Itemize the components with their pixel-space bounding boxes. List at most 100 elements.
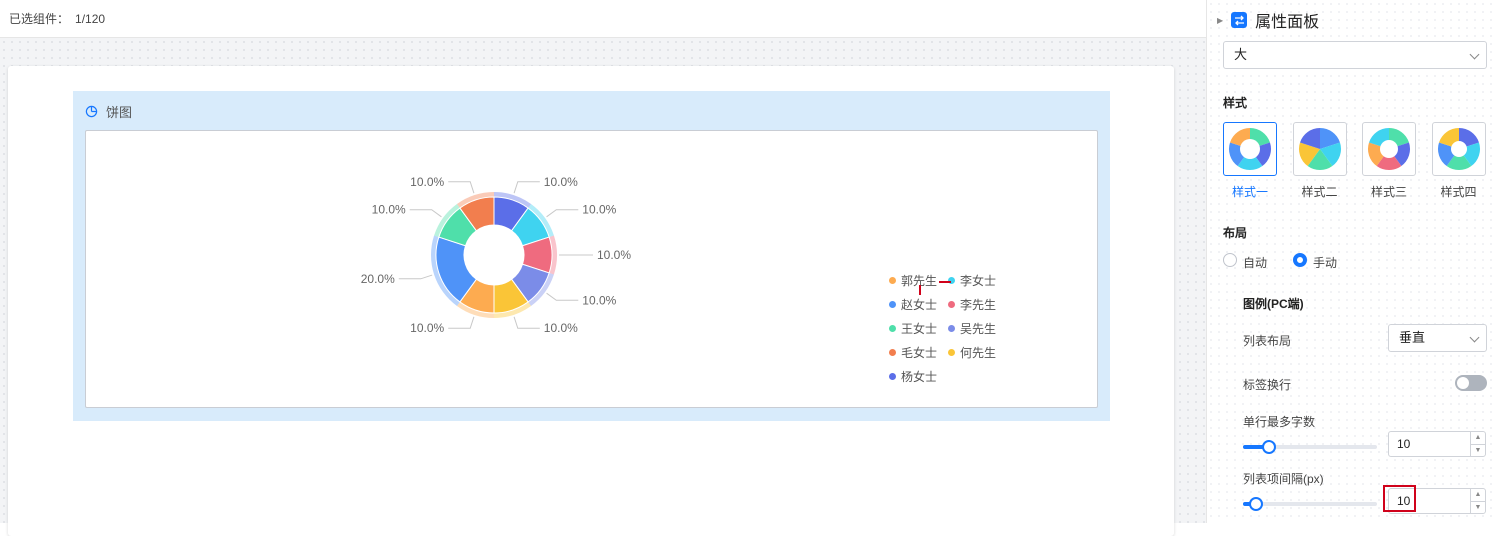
style-option-card[interactable] (1292, 122, 1347, 176)
layout-manual-label[interactable]: 手动 (1313, 254, 1337, 271)
style-option-label[interactable]: 样式三 (1362, 183, 1416, 200)
legend-item[interactable]: 赵女士 (889, 296, 937, 313)
legend-dot (948, 325, 955, 332)
pie-style-thumbnail-icon (1229, 128, 1271, 170)
layout-auto-radio[interactable] (1223, 253, 1237, 267)
legend-item[interactable]: 李女士 (948, 272, 996, 289)
legend-dot (889, 277, 896, 284)
legend-label: 李女士 (960, 274, 997, 288)
legend-label: 吴先生 (960, 322, 997, 336)
chart-area: 10.0% 10.0% 10.0% 10.0% 10.0% 10.0% 20.0% 10.0%… (85, 130, 1098, 408)
label-leader-line (448, 181, 475, 194)
pie-data-label: 10.0% (544, 321, 578, 335)
legend-label: 王女士 (901, 322, 938, 336)
panel-title: 属性面板 (1255, 14, 1320, 31)
pie-chart-widget[interactable]: 饼图 10.0% 10.0% 10.0% 10.0% 10.0% 10.0% 20.0% 10… (73, 91, 1110, 421)
label-leader-line (513, 316, 540, 329)
pie-data-label: 10.0% (597, 248, 631, 262)
widget-title: 饼图 (106, 104, 133, 120)
style-option-card[interactable] (1223, 122, 1277, 176)
selected-count: 1/120 (75, 12, 106, 26)
style-option-label[interactable]: 样式二 (1293, 183, 1347, 200)
gap-slider[interactable] (1243, 497, 1377, 511)
thumbnail-hole (1380, 140, 1398, 158)
design-canvas[interactable]: 饼图 10.0% 10.0% 10.0% 10.0% 10.0% 10.0% 20.0% 10… (0, 38, 1206, 536)
pie-data-label: 10.0% (410, 175, 444, 189)
collapse-caret-icon[interactable]: ▶ (1217, 16, 1223, 25)
list-layout-label: 列表布局 (1243, 334, 1292, 348)
legend-dot (889, 325, 896, 332)
label-leader-line (398, 274, 433, 280)
text-cursor-mark (939, 281, 951, 283)
pie-data-label: 20.0% (361, 272, 395, 286)
label-leader-line (546, 292, 579, 301)
wrap-toggle[interactable] (1455, 375, 1487, 391)
style-option-card[interactable] (1431, 122, 1486, 176)
toggle-knob (1457, 377, 1469, 389)
label-leader-line (513, 181, 540, 194)
legend-label: 毛女士 (901, 346, 938, 360)
max-chars-value: 10 (1397, 437, 1411, 451)
pie-data-label: 10.0% (544, 175, 578, 189)
legend-dot (889, 373, 896, 380)
number-stepper[interactable]: ▲ ▼ (1470, 432, 1485, 456)
legend-item[interactable]: 李先生 (948, 296, 996, 313)
number-stepper[interactable]: ▲ ▼ (1470, 489, 1485, 513)
legend-dot (889, 349, 896, 356)
slider-thumb[interactable] (1249, 497, 1263, 511)
legend-section-title: 图例(PC端) (1243, 297, 1304, 311)
stepper-down-icon[interactable]: ▼ (1471, 445, 1485, 457)
max-chars-input[interactable]: 10 ▲ ▼ (1388, 431, 1486, 457)
max-chars-slider[interactable] (1243, 440, 1377, 454)
thumbnail-hole (1450, 141, 1467, 157)
legend-dot (948, 349, 955, 356)
max-chars-label: 单行最多字数 (1243, 415, 1316, 429)
wrap-label: 标签换行 (1243, 378, 1292, 392)
gap-label: 列表项间隔(px) (1243, 472, 1324, 486)
legend-item[interactable]: 毛女士 (889, 344, 937, 361)
label-leader-line (409, 209, 442, 218)
legend-item[interactable]: 郭先生 (889, 272, 937, 289)
pie-style-thumbnail-icon (1437, 128, 1480, 170)
layout-auto-label[interactable]: 自动 (1243, 254, 1267, 271)
style-option-label[interactable]: 样式四 (1432, 183, 1486, 200)
style-option-label[interactable]: 样式一 (1223, 183, 1277, 200)
legend-item[interactable]: 吴先生 (948, 320, 996, 337)
page-frame: 饼图 10.0% 10.0% 10.0% 10.0% 10.0% 10.0% 20.0% 10… (8, 66, 1174, 536)
top-bar: 已选组件： 1/120 (0, 0, 1206, 38)
style-option-card[interactable] (1362, 122, 1416, 176)
pie-chart-icon (85, 105, 98, 117)
text-cursor-mark (919, 285, 921, 295)
highlight-box (1383, 485, 1416, 512)
size-select[interactable]: 大 (1223, 41, 1487, 69)
stepper-up-icon[interactable]: ▲ (1471, 432, 1485, 445)
legend-dot (889, 301, 896, 308)
stepper-up-icon[interactable]: ▲ (1471, 489, 1485, 502)
pie-chart: 10.0% 10.0% 10.0% 10.0% 10.0% 10.0% 20.0% 10.0%… (361, 175, 632, 335)
legend-item[interactable]: 杨女士 (889, 368, 937, 385)
pie-data-label: 10.0% (582, 293, 616, 307)
selected-components: 已选组件： 1/120 (9, 10, 105, 27)
label-leader-line (448, 316, 475, 329)
legend-label: 何先生 (960, 346, 997, 360)
slider-thumb[interactable] (1262, 440, 1276, 454)
thumbnail-hole (1240, 139, 1260, 159)
pie-data-label: 10.0% (410, 321, 444, 335)
pie-data-label: 10.0% (582, 203, 616, 217)
legend-item[interactable]: 何先生 (948, 344, 996, 361)
layout-manual-radio[interactable] (1293, 253, 1307, 267)
panel-header[interactable]: ▶ 属性面板 (1217, 8, 1319, 32)
legend-label: 李先生 (960, 298, 997, 312)
list-layout-select[interactable]: 垂直 (1388, 324, 1487, 352)
list-layout-value: 垂直 (1399, 330, 1426, 345)
legend-item[interactable]: 王女士 (889, 320, 937, 337)
legend-label: 杨女士 (901, 370, 938, 384)
property-panel: ▶ 属性面板 大 样式 布局 自动 手动 图例(PC端) 列表布局 垂直 标签换… (1206, 0, 1494, 523)
settings-swap-icon (1231, 12, 1248, 28)
selected-label: 已选组件： (9, 12, 70, 26)
pie-style-thumbnail-icon (1298, 128, 1341, 170)
stepper-down-icon[interactable]: ▼ (1471, 502, 1485, 514)
legend-label: 赵女士 (901, 298, 938, 312)
size-select-value: 大 (1234, 47, 1248, 62)
chevron-down-icon (1469, 49, 1480, 60)
